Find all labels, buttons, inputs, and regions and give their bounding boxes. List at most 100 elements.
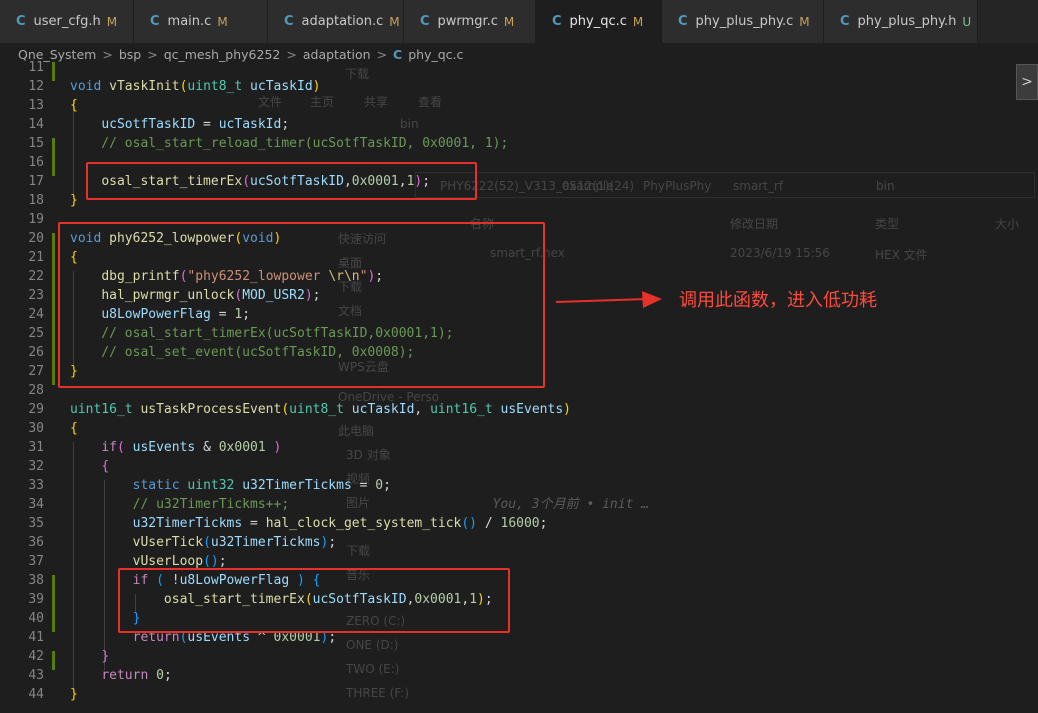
line-number: 37 bbox=[28, 554, 44, 569]
line-number: 22 bbox=[28, 269, 44, 284]
code-line[interactable]: 29 uint16_t usTaskProcessEvent(uint8_t uc… bbox=[0, 400, 1038, 419]
code-text: u32TimerTickms = hal_clock_get_system_ti… bbox=[132, 516, 548, 531]
annotation-text: 调用此函数，进入低功耗 bbox=[679, 290, 877, 311]
code-text: } bbox=[101, 649, 110, 664]
line-number: 30 bbox=[28, 421, 44, 436]
tab-label: phy_plus_phy.h bbox=[857, 14, 957, 29]
code-line[interactable]: 33 static uint32 u32TimerTickms = 0; bbox=[0, 476, 1038, 495]
code-line[interactable]: 35 u32TimerTickms = hal_clock_get_system… bbox=[0, 514, 1038, 533]
line-number: 26 bbox=[28, 345, 44, 360]
line-number: 18 bbox=[28, 193, 44, 208]
code-text: ucSotfTaskID = ucTaskId; bbox=[101, 117, 290, 132]
arrow-right-icon bbox=[556, 291, 662, 308]
line-number: 32 bbox=[28, 459, 44, 474]
code-line[interactable]: 14 ucSotfTaskID = ucTaskId; bbox=[0, 115, 1038, 134]
line-number: 15 bbox=[28, 136, 44, 151]
chevron-right-icon[interactable]: > bbox=[1016, 64, 1038, 100]
line-number: 38 bbox=[28, 573, 44, 588]
code-line[interactable]: 43 return 0; bbox=[0, 666, 1038, 685]
line-number: 31 bbox=[28, 440, 44, 455]
line-number: 12 bbox=[28, 79, 44, 94]
line-number: 40 bbox=[28, 611, 44, 626]
editor-tab-bar: Cuser_cfg.h M Cmain.c M Cadaptation.c M Cpw… bbox=[0, 0, 1038, 43]
line-number: 25 bbox=[28, 326, 44, 341]
line-number: 11 bbox=[28, 60, 44, 75]
tab-label: pwrmgr.c bbox=[437, 14, 498, 29]
code-text: void vTaskInit(uint8_t ucTaskId) bbox=[70, 79, 321, 94]
git-blame-annotation: You, 3个月前 • init … bbox=[492, 497, 650, 512]
modified-badge: M bbox=[799, 14, 810, 29]
line-number: 21 bbox=[28, 250, 44, 265]
tab-label: adaptation.c bbox=[301, 14, 384, 29]
code-comment: // osal_start_reload_timer(ucSotfTaskID,… bbox=[70, 136, 509, 151]
code-text: } bbox=[70, 193, 78, 208]
line-number: 36 bbox=[28, 535, 44, 550]
tab-main-c[interactable]: Cmain.c M bbox=[134, 0, 268, 43]
tab-label: phy_qc.c bbox=[569, 14, 627, 29]
modified-badge: M bbox=[106, 14, 118, 29]
line-number: 33 bbox=[28, 478, 44, 493]
code-line[interactable]: 36 vUserTick(u32TimerTickms); bbox=[0, 533, 1038, 552]
line-number: 20 bbox=[28, 231, 44, 246]
tab-phy-qc-c[interactable]: Cphy_qc.c M bbox=[536, 0, 662, 43]
untracked-badge: U bbox=[962, 14, 972, 29]
line-number: 17 bbox=[28, 174, 44, 189]
line-number: 28 bbox=[28, 383, 44, 398]
code-line[interactable]: 44} bbox=[0, 685, 1038, 704]
line-number: 19 bbox=[28, 212, 44, 227]
code-editor[interactable]: 11 12 void vTaskInit(uint8_t ucTaskId) 13… bbox=[0, 60, 1038, 713]
line-number: 24 bbox=[28, 307, 44, 322]
line-number: 14 bbox=[28, 117, 44, 132]
modified-badge: M bbox=[389, 14, 400, 29]
code-line[interactable]: 42 } bbox=[0, 647, 1038, 666]
modified-badge: M bbox=[632, 14, 644, 29]
tab-phy-plus-phy-h[interactable]: Cphy_plus_phy.h U bbox=[824, 0, 978, 43]
tab-user-cfg-h[interactable]: Cuser_cfg.h M bbox=[0, 0, 134, 43]
line-number: 27 bbox=[28, 364, 44, 379]
modified-badge: M bbox=[503, 14, 515, 29]
highlight-box-lowpower-check bbox=[118, 568, 510, 633]
code-text: { bbox=[101, 459, 110, 474]
tab-pwrmgr-c[interactable]: Cpwrmgr.c M bbox=[404, 0, 536, 43]
c-file-icon: C bbox=[150, 14, 160, 29]
code-line[interactable]: 32 { bbox=[0, 457, 1038, 476]
code-line[interactable]: 13 { bbox=[0, 96, 1038, 115]
highlight-box-timer-init bbox=[86, 162, 477, 200]
line-number: 44 bbox=[28, 687, 44, 702]
modified-badge: M bbox=[217, 14, 228, 29]
code-line[interactable]: 12 void vTaskInit(uint8_t ucTaskId) bbox=[0, 77, 1038, 96]
tab-phy-plus-phy-c[interactable]: Cphy_plus_phy.c M bbox=[662, 0, 824, 43]
code-text: } bbox=[70, 687, 78, 702]
c-file-icon: C bbox=[284, 14, 294, 29]
code-text: if( usEvents & 0x0001 ) bbox=[101, 440, 282, 455]
code-line[interactable]: 31 if( usEvents & 0x0001 ) bbox=[0, 438, 1038, 457]
line-number: 41 bbox=[28, 630, 44, 645]
tab-adaptation-c[interactable]: Cadaptation.c M bbox=[268, 0, 404, 43]
code-line[interactable]: 30 { bbox=[0, 419, 1038, 438]
tab-label: phy_plus_phy.c bbox=[695, 14, 794, 29]
code-text: vUserTick(u32TimerTickms); bbox=[132, 535, 337, 550]
tab-label: main.c bbox=[167, 14, 212, 29]
code-line[interactable]: 11 bbox=[0, 58, 1038, 77]
line-number: 35 bbox=[28, 516, 44, 531]
code-text: // u32TimerTickms++; You, 3个月前 • init … bbox=[70, 497, 650, 512]
code-text: static uint32 u32TimerTickms = 0; bbox=[132, 478, 391, 493]
code-text: { bbox=[70, 98, 78, 113]
code-line[interactable]: 15 // osal_start_reload_timer(ucSotfTask… bbox=[0, 134, 1038, 153]
code-text: return 0; bbox=[101, 668, 172, 683]
line-number: 42 bbox=[28, 649, 44, 664]
line-number: 13 bbox=[28, 98, 44, 113]
code-text: uint16_t usTaskProcessEvent(uint8_t ucTa… bbox=[70, 402, 571, 417]
code-text: { bbox=[70, 421, 78, 436]
line-number: 39 bbox=[28, 592, 44, 607]
code-line[interactable]: 34 // u32TimerTickms++; You, 3个月前 • init… bbox=[0, 495, 1038, 514]
line-number: 29 bbox=[28, 402, 44, 417]
line-number: 16 bbox=[28, 155, 44, 170]
c-file-icon: C bbox=[552, 14, 562, 29]
c-file-icon: C bbox=[420, 14, 430, 29]
tab-label: user_cfg.h bbox=[33, 14, 101, 29]
line-number: 34 bbox=[28, 497, 44, 512]
line-number: 43 bbox=[28, 668, 44, 683]
c-file-icon: C bbox=[678, 14, 688, 29]
highlight-box-lowpower-function bbox=[58, 222, 545, 388]
